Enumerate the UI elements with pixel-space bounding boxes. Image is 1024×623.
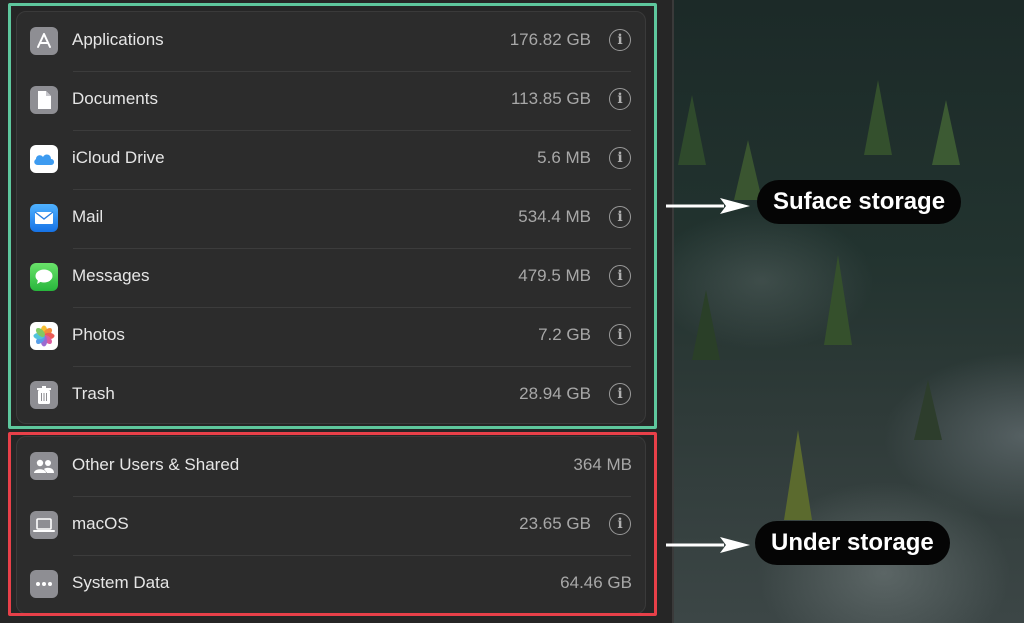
surface-arrow-icon — [666, 198, 750, 214]
under-storage-highlight — [8, 432, 657, 616]
under-storage-callout: Under storage — [755, 521, 950, 565]
surface-storage-highlight — [8, 3, 657, 429]
under-arrow-icon — [666, 537, 750, 553]
surface-storage-callout: Suface storage — [757, 180, 962, 224]
